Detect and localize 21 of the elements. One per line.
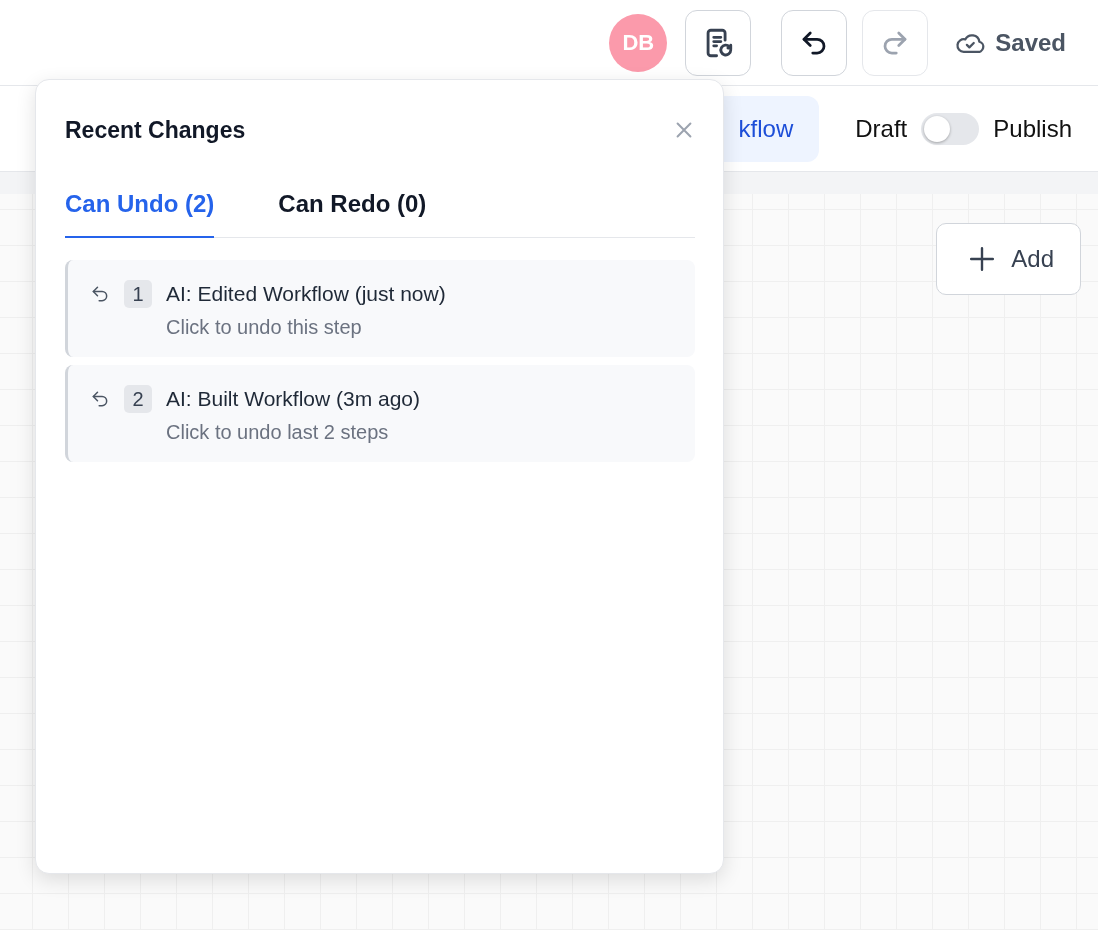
history-tab[interactable]: Can Undo (2) — [65, 180, 215, 238]
plus-icon — [969, 246, 996, 272]
step-title: AI: Built Workflow (3m ago) — [166, 387, 422, 411]
history-item[interactable]: 2 AI: Built Workflow (3m ago) Click to undo last 2 steps — [65, 365, 695, 462]
step-hint: Click to undo last 2 steps — [166, 421, 390, 444]
publish-label: Publish — [993, 114, 1072, 143]
draft-label: Draft — [855, 114, 908, 143]
history-item[interactable]: 1 AI: Edited Workflow (just now) Click to undo this step — [65, 260, 695, 357]
step-number: 1 — [124, 280, 152, 308]
step-hint: Click to undo this step — [166, 316, 363, 339]
step-title: AI: Edited Workflow (just now) — [166, 282, 447, 306]
add-button[interactable]: Add — [936, 223, 1081, 295]
history-tab[interactable]: Can Redo (0) — [278, 180, 427, 238]
undo-icon — [90, 389, 110, 409]
history-button[interactable] — [685, 9, 752, 76]
popover-title: Recent Changes — [65, 116, 246, 144]
undo-button[interactable] — [781, 9, 848, 76]
undo-icon — [90, 284, 110, 304]
save-status: Saved — [995, 28, 1066, 57]
step-number: 2 — [124, 385, 152, 413]
publish-toggle[interactable] — [921, 112, 980, 145]
